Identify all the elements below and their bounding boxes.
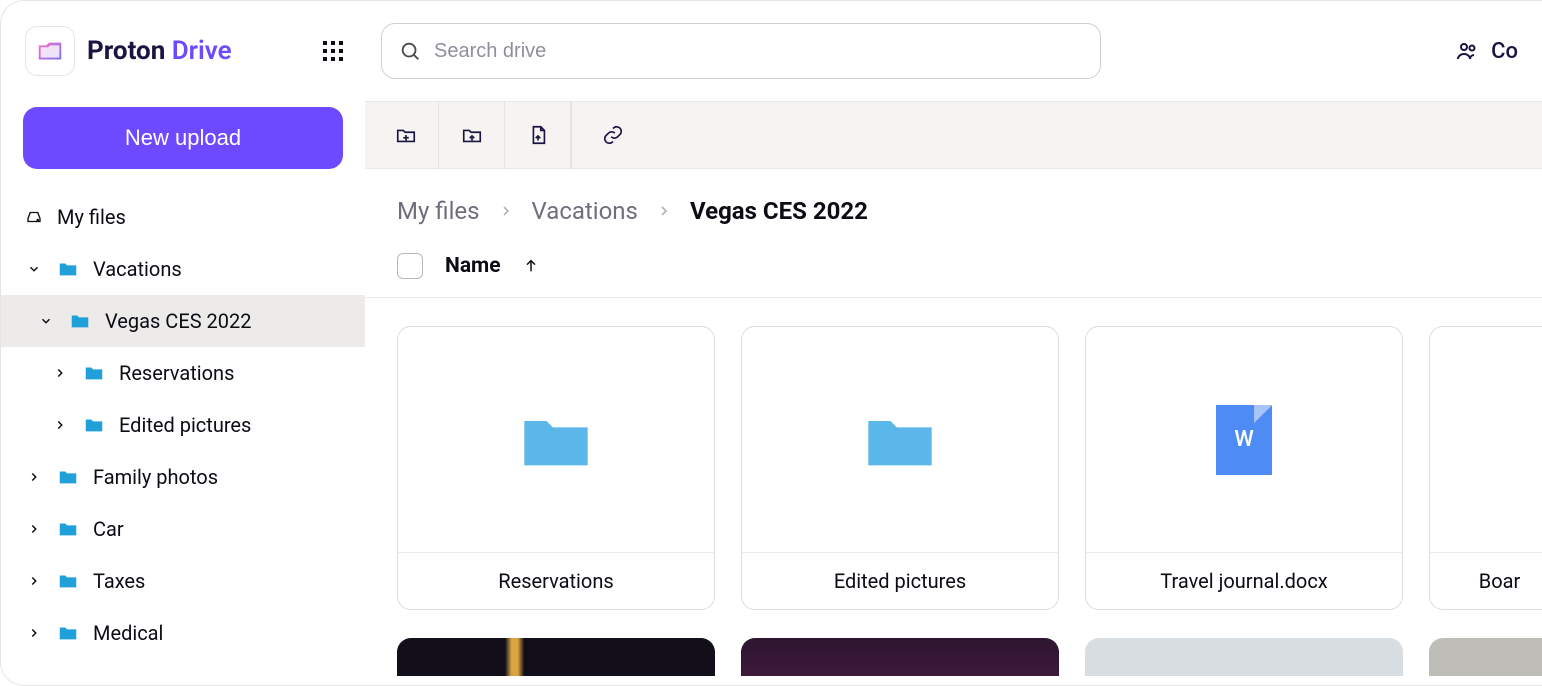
folder-icon [518, 408, 594, 472]
folder-icon [57, 622, 79, 644]
image-thumbnail[interactable] [397, 638, 715, 676]
breadcrumb: My files Vacations Vegas CES 2022 [365, 169, 1542, 245]
upload-file-button[interactable] [505, 101, 571, 169]
breadcrumb-mid[interactable]: Vacations [532, 197, 638, 225]
breadcrumb-current: Vegas CES 2022 [690, 197, 868, 225]
sidebar-item-medical[interactable]: Medical [1, 607, 365, 659]
sidebar-item-vacations[interactable]: Vacations [1, 243, 365, 295]
image-thumbnail[interactable] [741, 638, 1059, 676]
app-logo-text: Proton Drive [87, 36, 232, 66]
folder-icon [57, 258, 79, 280]
folder-icon [57, 570, 79, 592]
sidebar-item-label: My files [57, 205, 126, 229]
chevron-right-icon [51, 366, 69, 380]
chevron-right-icon [25, 626, 43, 640]
chevron-right-icon [51, 418, 69, 432]
upload-folder-button[interactable] [439, 101, 505, 169]
sidebar-item-label: Vegas CES 2022 [105, 309, 251, 333]
drive-icon [25, 207, 43, 227]
column-name-header[interactable]: Name [445, 254, 501, 278]
sidebar-item-label: Family photos [93, 465, 218, 489]
header-collaborate-label[interactable]: Co [1491, 39, 1518, 64]
image-thumbnail[interactable] [1429, 638, 1542, 676]
chevron-right-icon [656, 203, 672, 219]
people-icon[interactable] [1455, 39, 1479, 63]
file-card-reservations[interactable]: Reservations [397, 326, 715, 610]
file-card-label: Boar [1430, 553, 1542, 609]
image-thumbnail[interactable] [1085, 638, 1403, 676]
sidebar-item-label: Vacations [93, 257, 182, 281]
sidebar-item-edited-pictures[interactable]: Edited pictures [1, 399, 365, 451]
chevron-right-icon [25, 470, 43, 484]
file-card-travel-journal[interactable]: W Travel journal.docx [1085, 326, 1403, 610]
sidebar-item-label: Taxes [93, 569, 145, 593]
sidebar-item-family-photos[interactable]: Family photos [1, 451, 365, 503]
chevron-right-icon [25, 574, 43, 588]
new-folder-button[interactable] [373, 101, 439, 169]
chevron-down-icon [37, 314, 55, 328]
file-card-label: Edited pictures [742, 553, 1058, 609]
file-card-label: Reservations [398, 553, 714, 609]
share-link-button[interactable] [580, 101, 646, 169]
sidebar-item-reservations[interactable]: Reservations [1, 347, 365, 399]
sidebar-item-label: Edited pictures [119, 413, 251, 437]
sidebar-item-label: Reservations [119, 361, 234, 385]
breadcrumb-root[interactable]: My files [397, 197, 480, 225]
sort-ascending-icon[interactable] [523, 258, 539, 274]
sidebar-item-label: Car [93, 517, 124, 541]
sidebar-item-label: Medical [93, 621, 163, 645]
sidebar-item-taxes[interactable]: Taxes [1, 555, 365, 607]
folder-icon [862, 408, 938, 472]
file-card-partial[interactable]: Boar [1429, 326, 1542, 610]
folder-icon [57, 466, 79, 488]
file-card-edited-pictures[interactable]: Edited pictures [741, 326, 1059, 610]
chevron-down-icon [25, 262, 43, 276]
search-icon [399, 40, 421, 62]
sidebar-item-my-files[interactable]: My files [1, 191, 365, 243]
file-card-label: Travel journal.docx [1086, 553, 1402, 609]
select-all-checkbox[interactable] [397, 253, 423, 279]
new-upload-button[interactable]: New upload [23, 107, 343, 169]
apps-grid-icon[interactable] [313, 31, 353, 71]
folder-icon [69, 310, 91, 332]
search-input[interactable] [381, 23, 1101, 79]
chevron-right-icon [25, 522, 43, 536]
app-logo-icon[interactable] [25, 26, 75, 76]
folder-icon [57, 518, 79, 540]
sidebar-item-vegas-ces-2022[interactable]: Vegas CES 2022 [1, 295, 365, 347]
folder-icon [83, 414, 105, 436]
folder-icon [83, 362, 105, 384]
word-document-icon: W [1216, 405, 1272, 475]
sidebar-item-car[interactable]: Car [1, 503, 365, 555]
chevron-right-icon [498, 203, 514, 219]
